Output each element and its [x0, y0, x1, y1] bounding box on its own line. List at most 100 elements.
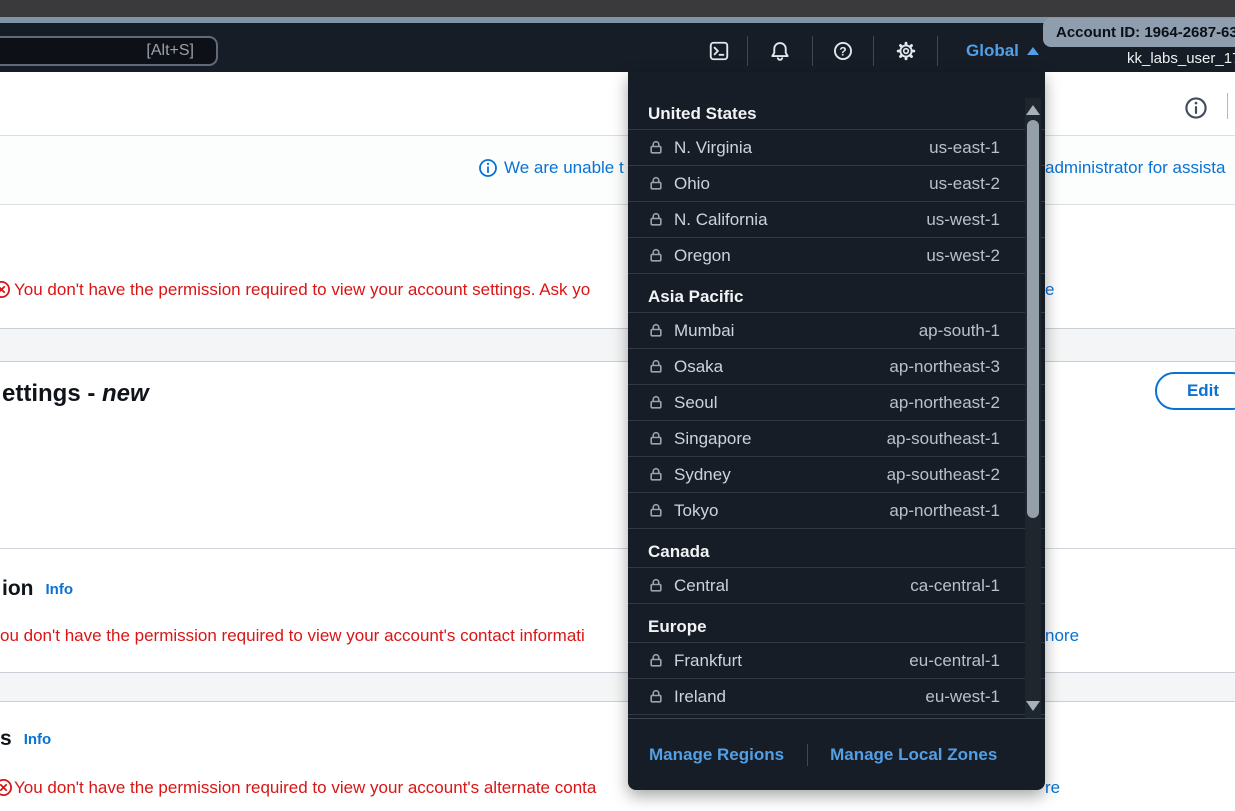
region-section-title: Europe [628, 612, 1045, 643]
edit-button[interactable]: Edit [1155, 372, 1235, 410]
lock-icon [648, 322, 664, 339]
region-option[interactable]: Oregon us-west-2 [628, 238, 1045, 274]
region-name: N. Virginia [674, 138, 752, 158]
region-name: Mumbai [674, 321, 734, 341]
region-section-items: Mumbai ap-south-1 Osaka ap-northeast-3 S… [628, 313, 1045, 529]
alternate-contacts-heading: s Info [0, 726, 51, 751]
region-selector-button[interactable]: Global [966, 40, 1039, 62]
banner-message-left: We are unable t [504, 158, 624, 178]
lock-icon [648, 394, 664, 411]
learn-more-link-fragment[interactable]: re [1045, 778, 1060, 797]
region-section: United States N. Virginia us-east-1 Ohio… [628, 99, 1045, 274]
region-option[interactable]: Ireland eu-west-1 [628, 679, 1045, 715]
scrollbar-track[interactable] [1025, 98, 1041, 718]
heading-text: s [0, 726, 12, 751]
heading-text: ion [2, 576, 34, 601]
manage-local-zones-link[interactable]: Manage Local Zones [830, 745, 997, 765]
region-code: us-west-2 [926, 246, 1000, 266]
region-code: ap-southeast-1 [887, 429, 1000, 449]
tools-panel-divider [1227, 93, 1228, 119]
region-menu-footer: Manage Regions Manage Local Zones [628, 718, 1045, 790]
help-icon[interactable]: ? [831, 39, 855, 63]
scrollbar-up-arrow[interactable] [1026, 105, 1040, 115]
region-name: Frankfurt [674, 651, 742, 671]
region-option[interactable]: Seoul ap-northeast-2 [628, 385, 1045, 421]
lock-icon [648, 577, 664, 594]
error-icon [0, 778, 13, 797]
nav-separator [937, 36, 938, 66]
learn-more-link-fragment[interactable]: e [1045, 280, 1054, 299]
manage-regions-link[interactable]: Manage Regions [649, 745, 784, 765]
section-gap-band [0, 328, 1235, 362]
learn-more-link-fragment[interactable]: nore [1045, 626, 1079, 645]
region-code: ap-south-1 [919, 321, 1000, 341]
search-shortcut-hint: [Alt+S] [146, 42, 194, 60]
region-option[interactable]: Tokyo ap-northeast-1 [628, 493, 1045, 529]
region-code: us-west-1 [926, 210, 1000, 230]
region-code: ca-central-1 [910, 576, 1000, 596]
page-info-icon[interactable] [1184, 96, 1208, 120]
region-section-items: N. Virginia us-east-1 Ohio us-east-2 N. … [628, 130, 1045, 274]
section-divider [0, 548, 1235, 549]
region-option[interactable]: Osaka ap-northeast-3 [628, 349, 1045, 385]
region-name: N. California [674, 210, 768, 230]
region-option[interactable]: Central ca-central-1 [628, 568, 1045, 604]
region-name: Sydney [674, 465, 731, 485]
notifications-bell-icon[interactable] [768, 39, 792, 63]
region-section-title: Canada [628, 537, 1045, 568]
lock-icon [648, 466, 664, 483]
lock-icon [648, 430, 664, 447]
region-option[interactable]: Ohio us-east-2 [628, 166, 1045, 202]
contact-information-heading: ion Info [2, 576, 73, 601]
section-gap-band [0, 672, 1235, 702]
region-option[interactable]: Sydney ap-southeast-2 [628, 457, 1045, 493]
nav-separator [812, 36, 813, 66]
region-name: Tokyo [674, 501, 718, 521]
region-selector-label: Global [966, 41, 1019, 61]
region-option[interactable]: N. Virginia us-east-1 [628, 130, 1045, 166]
settings-gear-icon[interactable] [894, 39, 918, 63]
region-name: Ireland [674, 687, 726, 707]
browser-chrome-strip [0, 0, 1235, 17]
lock-icon [648, 139, 664, 156]
lock-icon [648, 652, 664, 669]
region-dropdown-menu: United States N. Virginia us-east-1 Ohio… [628, 72, 1045, 790]
lock-icon [648, 211, 664, 228]
account-id-text: Account ID: 1964-2687-63 [1056, 24, 1235, 41]
new-badge: new [102, 380, 149, 407]
lock-icon [648, 688, 664, 705]
alternate-error-message: You don't have the permission required t… [14, 778, 596, 797]
cloudshell-icon[interactable] [707, 39, 731, 63]
region-option[interactable]: Frankfurt eu-central-1 [628, 643, 1045, 679]
lock-icon [648, 358, 664, 375]
app-window: [Alt+S] ? Global Ac [0, 0, 1235, 811]
scrollbar-thumb[interactable] [1027, 120, 1039, 518]
region-section: Europe Frankfurt eu-central-1 Ireland eu… [628, 612, 1045, 715]
lock-icon [648, 247, 664, 264]
region-section-items: Central ca-central-1 [628, 568, 1045, 604]
region-name: Seoul [674, 393, 717, 413]
username-menu[interactable]: kk_labs_user_17 [1127, 50, 1235, 67]
region-option[interactable]: Singapore ap-southeast-1 [628, 421, 1045, 457]
banner-message-right: administrator for assista [1045, 158, 1225, 178]
footer-separator [807, 744, 808, 766]
settings-error-message: You don't have the permission required t… [14, 280, 590, 299]
search-input[interactable]: [Alt+S] [0, 36, 218, 66]
region-menu-list: United States N. Virginia us-east-1 Ohio… [628, 72, 1045, 718]
error-icon [0, 280, 11, 299]
region-section-title: Asia Pacific [628, 282, 1045, 313]
region-code: ap-northeast-1 [889, 501, 1000, 521]
region-option[interactable]: N. California us-west-1 [628, 202, 1045, 238]
region-name: Central [674, 576, 729, 596]
scrollbar-down-arrow[interactable] [1026, 701, 1040, 711]
region-option[interactable]: Mumbai ap-south-1 [628, 313, 1045, 349]
info-link[interactable]: Info [46, 577, 74, 602]
region-name: Ohio [674, 174, 710, 194]
info-link[interactable]: Info [24, 727, 52, 752]
region-code: eu-central-1 [909, 651, 1000, 671]
region-code: ap-southeast-2 [887, 465, 1000, 485]
region-code: eu-west-1 [925, 687, 1000, 707]
nav-separator [747, 36, 748, 66]
region-section-items: Frankfurt eu-central-1 Ireland eu-west-1 [628, 643, 1045, 715]
lock-icon [648, 175, 664, 192]
